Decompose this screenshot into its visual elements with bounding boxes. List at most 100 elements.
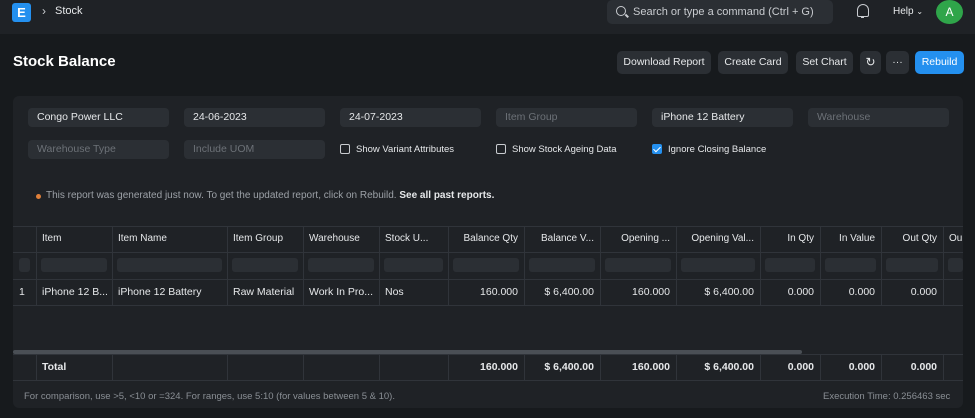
total-cell: $ 6,400.00 <box>544 361 594 373</box>
col-header-stock-uom[interactable]: Stock U... <box>379 226 448 252</box>
app-logo-icon[interactable]: E <box>12 3 31 22</box>
avatar[interactable]: A <box>936 0 963 24</box>
col-divider <box>676 354 677 380</box>
filter-input-item-group[interactable] <box>232 258 298 272</box>
col-divider <box>448 354 449 380</box>
col-divider <box>600 354 601 380</box>
filter-hint: For comparison, use >5, <10 or =324. For… <box>24 391 395 402</box>
table-border <box>13 380 963 381</box>
filter-input-out-value[interactable] <box>948 258 963 272</box>
chevron-down-icon: ⌄ <box>916 7 924 16</box>
show-variant-label: Show Variant Attributes <box>356 144 455 155</box>
total-cell: 160.000 <box>480 361 518 373</box>
col-header-item[interactable]: Item <box>36 226 112 252</box>
create-card-button[interactable]: Create Card <box>718 51 788 74</box>
table-cell[interactable]: Raw Material <box>227 280 303 305</box>
chevron-right-icon: › <box>42 4 46 18</box>
table-cell[interactable]: 160.000 <box>448 280 524 305</box>
company-field[interactable]: Congo Power LLC <box>28 108 169 127</box>
col-divider <box>760 354 761 380</box>
filter-input-opening-value[interactable] <box>681 258 755 272</box>
col-divider <box>943 354 944 380</box>
filter-input-opening-qty[interactable] <box>605 258 671 272</box>
total-cell: 0.000 <box>848 361 875 373</box>
rebuild-button[interactable]: Rebuild <box>915 51 964 74</box>
table-cell[interactable]: 0.000 <box>760 280 820 305</box>
col-divider <box>36 354 37 380</box>
include-uom-field[interactable]: Include UOM <box>184 140 325 159</box>
refresh-icon: ↻ <box>865 55 876 69</box>
row-index: 1 <box>19 286 25 298</box>
table-cell[interactable]: $ 6,400.00 <box>676 280 760 305</box>
ignore-closing-checkbox[interactable] <box>652 144 662 154</box>
col-header-balance-qty[interactable]: Balance Qty <box>448 226 524 252</box>
horizontal-scrollbar[interactable] <box>13 350 802 354</box>
bell-icon[interactable] <box>857 4 869 18</box>
col-header-opening-qty[interactable]: Opening ... <box>600 226 676 252</box>
ignore-closing-label: Ignore Closing Balance <box>668 144 767 155</box>
download-report-button[interactable]: Download Report <box>617 51 711 74</box>
col-divider <box>227 354 228 380</box>
page-title: Stock Balance <box>13 53 116 70</box>
table-cell[interactable]: iPhone 12 B... <box>36 280 112 305</box>
col-divider <box>379 354 380 380</box>
col-header-out-qty[interactable]: Out Qty <box>881 226 943 252</box>
item-field[interactable]: iPhone 12 Battery <box>652 108 793 127</box>
table-cell[interactable]: 0.000 <box>881 280 943 305</box>
table-cell[interactable]: iPhone 12 Battery <box>112 280 227 305</box>
col-header-in-qty[interactable]: In Qty <box>760 226 820 252</box>
total-cell: 0.000 <box>787 361 814 373</box>
filter-input-balance-value[interactable] <box>529 258 595 272</box>
show-variant-checkbox[interactable] <box>340 144 350 154</box>
report-notice: This report was generated just now. To g… <box>46 190 494 201</box>
warehouse-field[interactable]: Warehouse <box>808 108 949 127</box>
filter-input-in-qty[interactable] <box>765 258 815 272</box>
filter-input-warehouse[interactable] <box>308 258 374 272</box>
filter-row-check[interactable] <box>19 258 30 272</box>
search-placeholder: Search or type a command (Ctrl + G) <box>633 6 814 18</box>
col-header-item-group[interactable]: Item Group <box>227 226 303 252</box>
table-cell[interactable]: $ 6,400.00 <box>524 280 600 305</box>
more-options-button[interactable]: ··· <box>886 51 909 74</box>
filter-input-item-name[interactable] <box>117 258 222 272</box>
table-cell[interactable]: 0.000 <box>820 280 881 305</box>
col-header-opening-value[interactable]: Opening Val... <box>676 226 760 252</box>
warehouse-type-field[interactable]: Warehouse Type <box>28 140 169 159</box>
total-cell: $ 6,400.00 <box>704 361 754 373</box>
from-date-field[interactable]: 24-06-2023 <box>184 108 325 127</box>
col-header-warehouse[interactable]: Warehouse <box>303 226 379 252</box>
filter-input-item[interactable] <box>41 258 107 272</box>
item-group-field[interactable]: Item Group <box>496 108 637 127</box>
table-cell[interactable]: Work In Pro... <box>303 280 379 305</box>
total-cell: 160.000 <box>632 361 670 373</box>
table-cell[interactable]: Nos <box>379 280 448 305</box>
table-cell[interactable]: 160.000 <box>600 280 676 305</box>
col-header-in-value[interactable]: In Value <box>820 226 881 252</box>
filter-input-balance-qty[interactable] <box>453 258 519 272</box>
help-label: Help <box>893 6 914 17</box>
col-header-balance-value[interactable]: Balance V... <box>524 226 600 252</box>
show-ageing-checkbox[interactable] <box>496 144 506 154</box>
total-cell: 0.000 <box>910 361 937 373</box>
help-menu[interactable]: Help ⌄ <box>893 6 923 17</box>
col-divider <box>303 354 304 380</box>
past-reports-link[interactable]: See all past reports. <box>399 190 494 201</box>
col-header-out-value[interactable]: Ou <box>943 226 963 252</box>
search-bar[interactable]: Search or type a command (Ctrl + G) <box>607 0 833 24</box>
refresh-button[interactable]: ↻ <box>860 51 881 74</box>
set-chart-button[interactable]: Set Chart <box>796 51 853 74</box>
breadcrumb-stock[interactable]: Stock <box>55 5 83 17</box>
col-divider <box>112 354 113 380</box>
col-header-item-name[interactable]: Item Name <box>112 226 227 252</box>
filter-input-in-value[interactable] <box>825 258 876 272</box>
totals-label: Total <box>42 361 67 373</box>
execution-time: Execution Time: 0.256463 sec <box>823 391 951 402</box>
search-icon <box>616 6 626 16</box>
show-ageing-label: Show Stock Ageing Data <box>512 144 617 155</box>
col-divider <box>881 354 882 380</box>
notice-text: This report was generated just now. To g… <box>46 190 397 201</box>
filter-input-stock-uom[interactable] <box>384 258 443 272</box>
to-date-field[interactable]: 24-07-2023 <box>340 108 481 127</box>
filter-input-out-qty[interactable] <box>886 258 938 272</box>
col-divider <box>820 354 821 380</box>
